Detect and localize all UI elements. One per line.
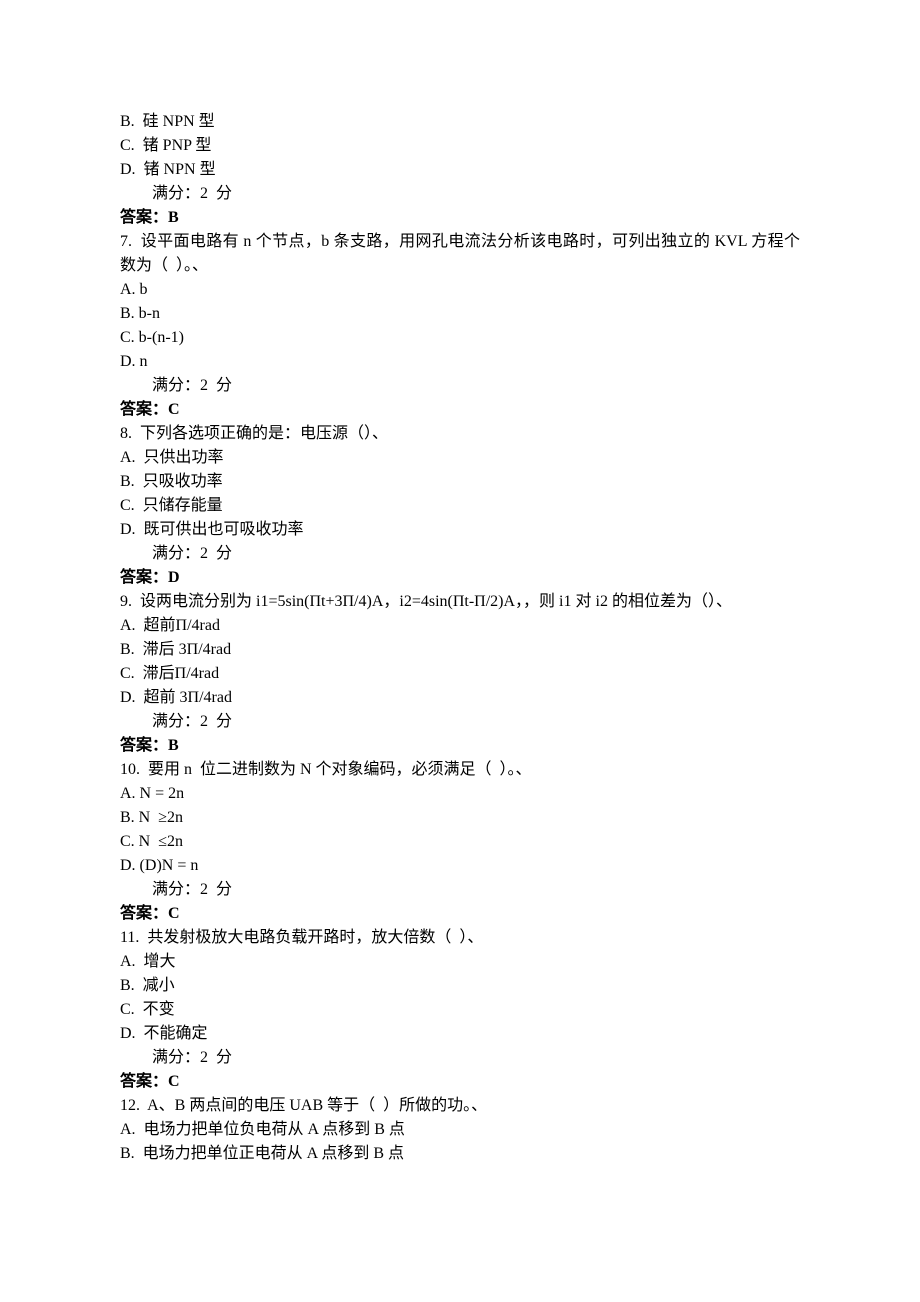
answer-line: 答案：D	[120, 566, 800, 590]
document-page: B. 硅 NPN 型 C. 锗 PNP 型 D. 锗 NPN 型 满分：2 分 …	[0, 0, 920, 1302]
question-stem: 10. 要用 n 位二进制数为 N 个对象编码，必须满足（ ）。、	[120, 758, 800, 782]
answer-line: 答案：B	[120, 734, 800, 758]
answer-line: 答案：B	[120, 206, 800, 230]
option-line: B. 减小	[120, 974, 800, 998]
option-line: D. 锗 NPN 型	[120, 158, 800, 182]
option-line: B. N ≥2n	[120, 806, 800, 830]
score-line: 满分：2 分	[120, 182, 800, 206]
option-line: B. 硅 NPN 型	[120, 110, 800, 134]
option-line: B. 滞后 3Π/4rad	[120, 638, 800, 662]
option-line: A. 增大	[120, 950, 800, 974]
option-line: C. 不变	[120, 998, 800, 1022]
option-line: B. b-n	[120, 302, 800, 326]
score-line: 满分：2 分	[120, 542, 800, 566]
answer-line: 答案：C	[120, 902, 800, 926]
option-line: D. (D)N = n	[120, 854, 800, 878]
option-line: D. 不能确定	[120, 1022, 800, 1046]
option-line: C. 只储存能量	[120, 494, 800, 518]
option-line: C. b-(n-1)	[120, 326, 800, 350]
question-stem: 8. 下列各选项正确的是：电压源（）、	[120, 422, 800, 446]
option-line: C. N ≤2n	[120, 830, 800, 854]
option-line: D. 既可供出也可吸收功率	[120, 518, 800, 542]
question-stem: 7. 设平面电路有 n 个节点，b 条支路，用网孔电流法分析该电路时，可列出独立…	[120, 230, 800, 278]
option-line: C. 滞后Π/4rad	[120, 662, 800, 686]
option-line: A. 超前Π/4rad	[120, 614, 800, 638]
score-line: 满分：2 分	[120, 878, 800, 902]
question-stem: 9. 设两电流分别为 i1=5sin(Πt+3Π/4)A，i2=4sin(Πt-…	[120, 590, 800, 614]
score-line: 满分：2 分	[120, 710, 800, 734]
option-line: D. n	[120, 350, 800, 374]
answer-line: 答案：C	[120, 1070, 800, 1094]
option-line: C. 锗 PNP 型	[120, 134, 800, 158]
option-line: A. 只供出功率	[120, 446, 800, 470]
answer-line: 答案：C	[120, 398, 800, 422]
option-line: A. b	[120, 278, 800, 302]
option-line: A. 电场力把单位负电荷从 A 点移到 B 点	[120, 1118, 800, 1142]
option-line: B. 只吸收功率	[120, 470, 800, 494]
option-line: B. 电场力把单位正电荷从 A 点移到 B 点	[120, 1142, 800, 1166]
option-line: A. N = 2n	[120, 782, 800, 806]
question-stem: 11. 共发射极放大电路负载开路时，放大倍数（ ）、	[120, 926, 800, 950]
score-line: 满分：2 分	[120, 374, 800, 398]
score-line: 满分：2 分	[120, 1046, 800, 1070]
question-stem: 12. A、B 两点间的电压 UAB 等于（ ）所做的功。、	[120, 1094, 800, 1118]
option-line: D. 超前 3Π/4rad	[120, 686, 800, 710]
